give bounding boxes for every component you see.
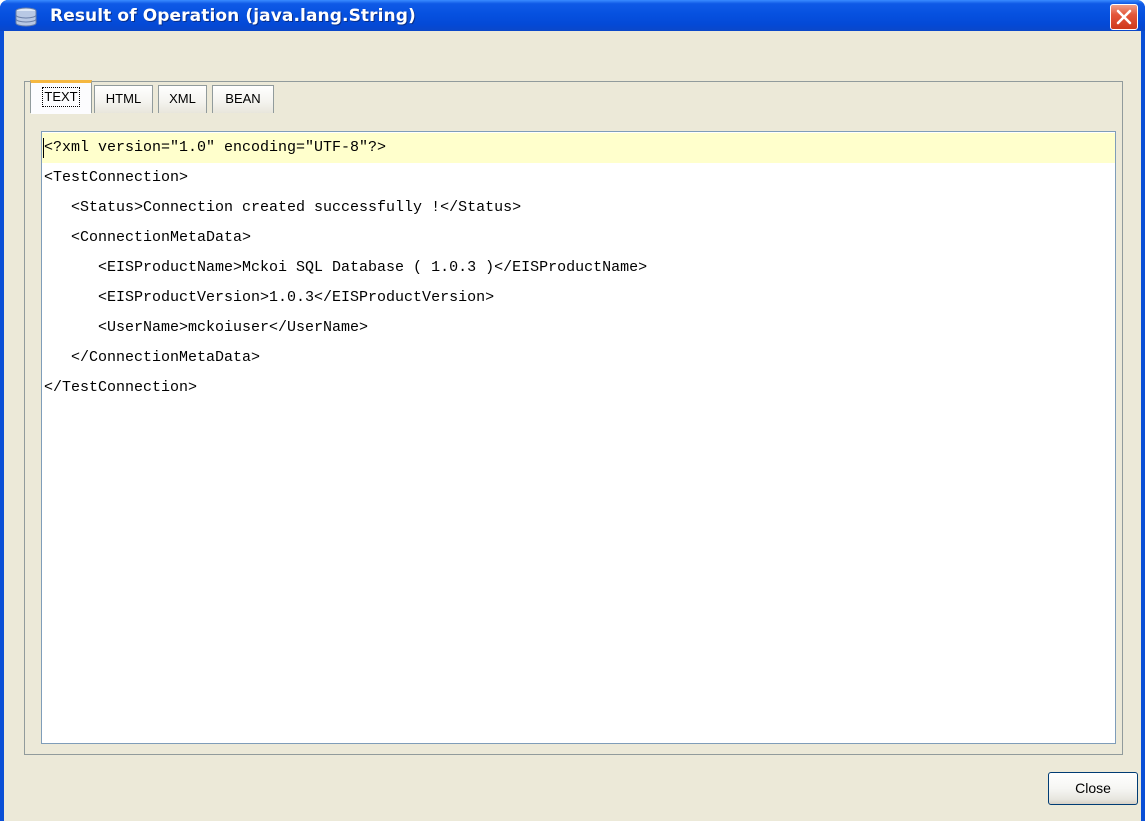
text-line: <EISProductName>Mckoi SQL Database ( 1.0…: [44, 259, 648, 276]
close-button[interactable]: Close: [1048, 772, 1138, 805]
tab-text[interactable]: TEXT: [30, 80, 92, 114]
text-line: <?xml version="1.0" encoding="UTF-8"?>: [42, 133, 1115, 163]
tab-html-label: HTML: [105, 91, 142, 106]
database-icon: [14, 7, 38, 27]
tab-bean[interactable]: BEAN: [212, 85, 274, 113]
result-text-area[interactable]: <?xml version="1.0" encoding="UTF-8"?> <…: [41, 131, 1116, 744]
text-line: <ConnectionMetaData>: [44, 229, 252, 246]
window-close-button[interactable]: [1110, 4, 1138, 30]
tab-html[interactable]: HTML: [94, 85, 153, 113]
tab-text-label: TEXT: [42, 87, 80, 107]
text-line: </TestConnection>: [44, 379, 198, 396]
tab-xml[interactable]: XML: [158, 85, 207, 113]
tab-xml-label: XML: [169, 91, 196, 106]
text-line: <EISProductVersion>1.0.3</EISProductVers…: [44, 289, 495, 306]
dialog-window: Result of Operation (java.lang.String) T…: [0, 0, 1145, 821]
text-line: <TestConnection>: [44, 169, 189, 186]
window-title: Result of Operation (java.lang.String): [50, 6, 416, 26]
tab-bean-label: BEAN: [225, 91, 261, 106]
text-line: </ConnectionMetaData>: [44, 349, 261, 366]
title-bar[interactable]: Result of Operation (java.lang.String): [0, 0, 1145, 31]
text-line: <Status>Connection created successfully …: [44, 199, 522, 216]
text-line: <UserName>mckoiuser</UserName>: [44, 319, 369, 336]
